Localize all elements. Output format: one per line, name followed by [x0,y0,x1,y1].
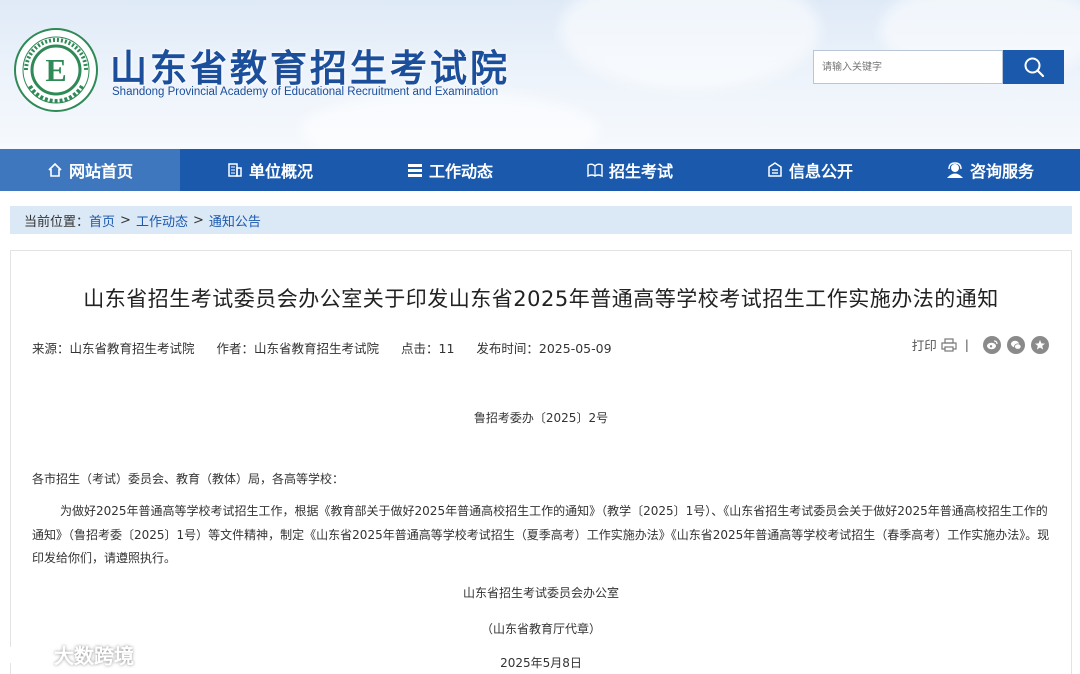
document-number: 鲁招考委办〔2025〕2号 [473,411,609,425]
service-icon [946,162,963,178]
nav-item-exams[interactable]: 招生考试 [540,149,720,191]
share-wechat-button[interactable] [1007,335,1025,354]
meta-source: 来源：山东省教育招生考试院 [32,341,195,356]
breadcrumb: 当前位置： 首页 > 工作动态 > 通知公告 [10,206,1072,234]
nav-item-label: 工作动态 [428,162,493,181]
article: 山东省招生考试委员会办公室关于印发山东省2025年普通高等学校考试招生工作实施办… [10,250,1072,674]
book-icon [587,163,603,178]
meta-clicks: 点击：11 [401,341,455,356]
breadcrumb-news[interactable]: 工作动态 [136,211,188,230]
building-icon [228,163,242,177]
search-input[interactable] [813,50,1003,84]
signature: 山东省招生考试委员会办公室 [462,586,619,600]
watermark-text: 大数跨境 [54,644,134,668]
tools-divider: | [964,337,969,352]
site-logo[interactable]: E [14,28,98,112]
print-label: 打印 [911,338,937,353]
nav-item-label: 信息公开 [788,162,853,181]
nav-item-label: 咨询服务 [969,162,1034,181]
body-paragraph: 为做好2025年普通高等学校考试招生工作，根据《教育部关于做好2025年普通高校… [32,504,1050,565]
breadcrumb-notices[interactable]: 通知公告 [209,211,261,230]
home-icon [48,162,62,177]
svg-text:E: E [45,52,66,88]
info-icon [768,162,782,177]
breadcrumb-separator: > [120,212,131,228]
search-button[interactable] [1003,50,1064,84]
nav-item-label: 单位概况 [248,162,313,181]
print-button[interactable]: 打印 [912,335,957,354]
meta-author: 作者：山东省教育招生考试院 [216,341,380,356]
meta-published: 发布时间：2025-05-09 [476,341,612,356]
star-icon [1035,339,1045,349]
breadcrumb-prefix: 当前位置： [24,214,90,230]
site-header: E 山东省教育招生考试院 Shandong Provincial Academy… [0,0,1080,149]
nav-item-news[interactable]: 工作动态 [360,149,540,191]
watermark: 大数跨境 [8,640,134,669]
weibo-icon [987,339,998,349]
seal-note: （山东省教育厅代章） [480,622,601,636]
nav-item-label: 招生考试 [608,162,673,181]
main-nav: 网站首页 单位概况 工作动态 招生考试 信息公开 咨询服务 [0,149,1080,191]
nav-item-about[interactable]: 单位概况 [180,149,360,191]
breadcrumb-home[interactable]: 首页 [89,211,115,230]
share-weibo-button[interactable] [983,335,1001,354]
article-title: 山东省招生考试委员会办公室关于印发山东省2025年普通高等学校考试招生工作实施办… [83,287,999,311]
share-favorite-button[interactable] [1031,335,1049,354]
wechat-icon [1011,340,1022,350]
nav-item-disclosure[interactable]: 信息公开 [720,149,900,191]
news-icon [407,164,422,177]
search-icon [1024,57,1044,78]
nav-item-service[interactable]: 咨询服务 [900,149,1080,191]
document-date: 2025年5月8日 [500,656,582,670]
site-subtitle: Shandong Provincial Academy of Education… [112,86,499,98]
site-title[interactable]: 山东省教育招生考试院 [110,38,510,92]
printer-icon [941,337,957,352]
watermark-logo-icon [9,646,50,663]
nav-item-label: 网站首页 [68,162,133,181]
article-meta: 来源：山东省教育招生考试院 作者：山东省教育招生考试院 点击：11 发布时间：2… [32,338,630,357]
breadcrumb-separator: > [192,212,204,228]
nav-item-home[interactable]: 网站首页 [0,149,180,191]
article-tools: 打印 | [912,335,1049,354]
addressee: 各市招生（考试）委员会、教育（教体）局，各高等学校： [32,472,345,486]
